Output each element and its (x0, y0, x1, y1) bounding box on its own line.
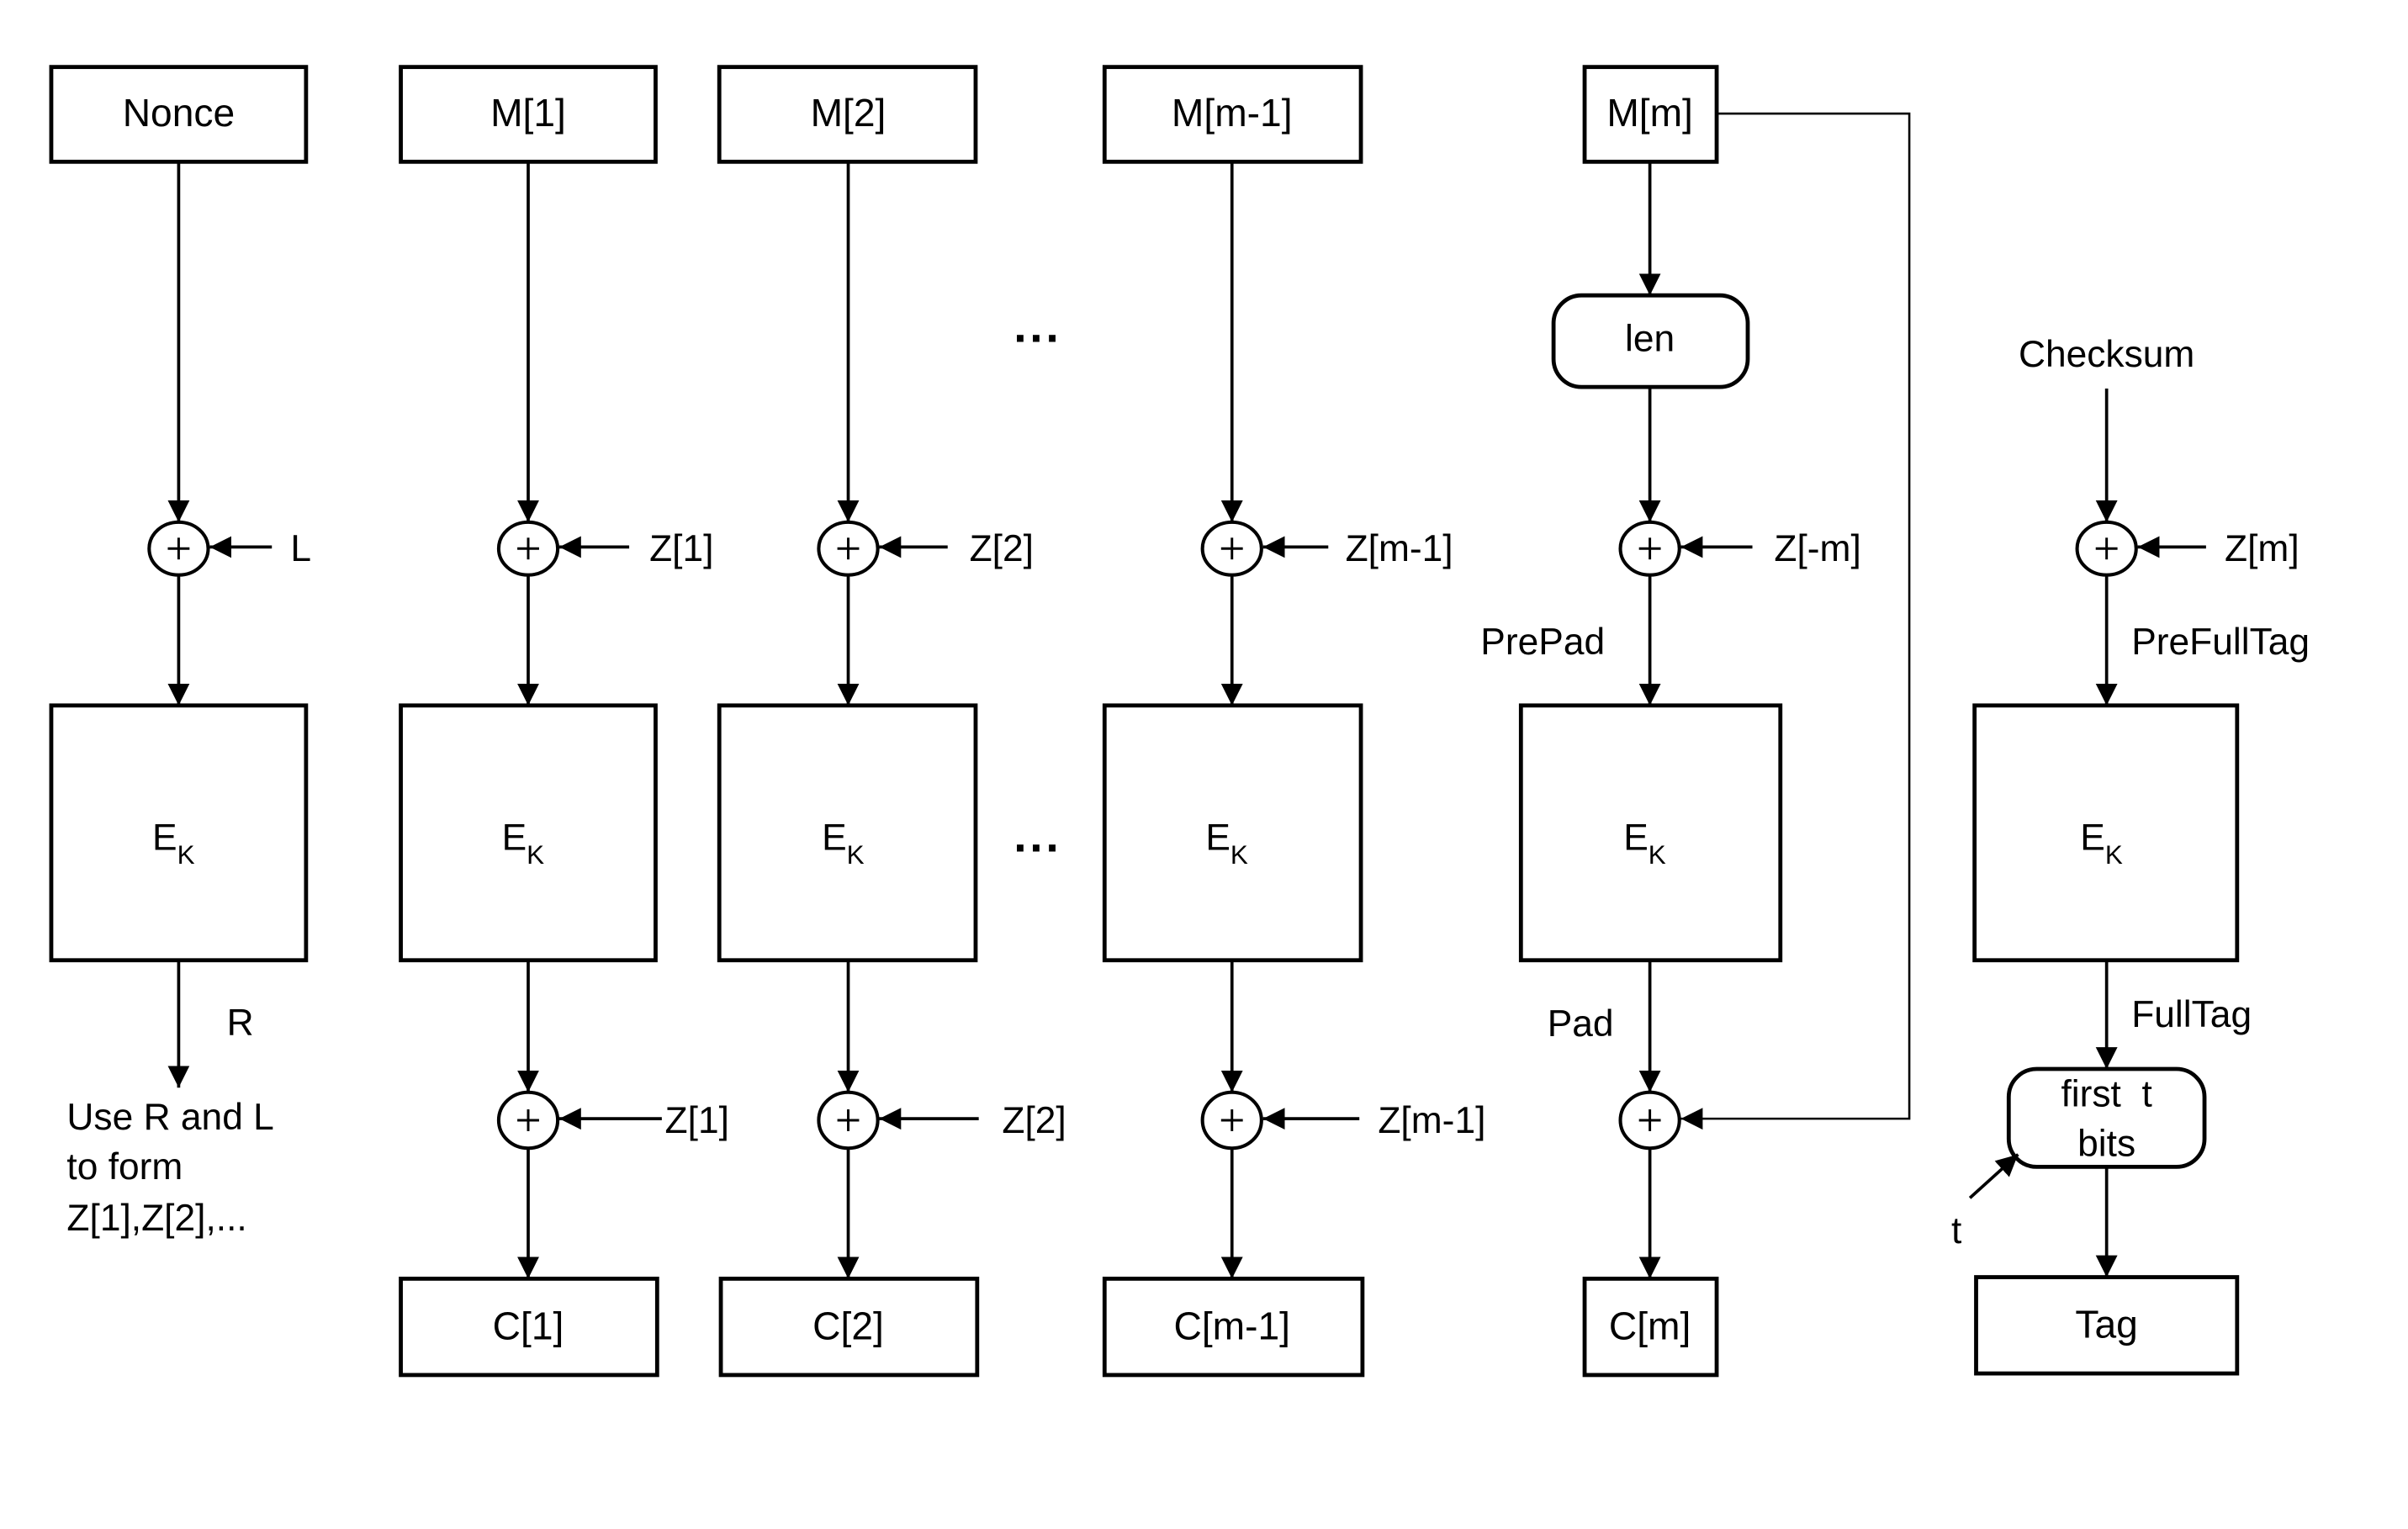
prepad-label: PrePad (1480, 622, 1605, 663)
xor-icon (1200, 1090, 1263, 1151)
xor-icon (147, 520, 210, 577)
xor-input-label: Z[-m] (1774, 528, 1860, 569)
column-m2: M[2] Z[2] EK Z[2] C[2] (717, 65, 1066, 1378)
cipher-box (717, 703, 978, 963)
cipher-box (1972, 703, 2240, 963)
column-m: M[m] len Z[-m] PrePad EK Pad C[m] (1480, 65, 1911, 1378)
fulltag-label: FullTag (2131, 994, 2252, 1035)
prefulltag-label: PreFullTag (2131, 622, 2310, 663)
output-label: C[2] (812, 1304, 884, 1347)
input-label: M[1] (490, 91, 566, 135)
input-label: M[m] (1606, 91, 1693, 135)
m-bypass-line (1680, 112, 1911, 1130)
output-note-line-3: Z[1],Z[2],... (66, 1198, 246, 1239)
ellipsis-top: ... (1013, 300, 1061, 352)
output-note-line-1: Use R and L (66, 1097, 273, 1138)
input-label: M[2] (811, 91, 886, 135)
xor-icon (1200, 520, 1263, 577)
cipher-box (399, 703, 658, 963)
tag-label: Tag (2075, 1303, 2137, 1346)
column-m1: M[1] Z[1] EK Z[1] C[1] (399, 65, 729, 1378)
xor-icon (1618, 520, 1681, 577)
xor-icon (1618, 1090, 1681, 1151)
ellipsis-middle: ... (1013, 809, 1061, 861)
pad-label: Pad (1548, 1003, 1614, 1045)
xor-input-label: Z[m] (2225, 528, 2300, 569)
checksum-label: Checksum (2019, 334, 2194, 375)
xor-input-label: Z[1] (649, 528, 713, 569)
xor-icon (496, 1090, 560, 1151)
output-label: C[1] (493, 1304, 564, 1347)
column-nonce: Nonce L EK R Use R and L to form Z[1],Z[… (49, 65, 311, 1239)
post-xor-input-label: Z[m-1] (1378, 1100, 1485, 1141)
truncate-label-line-1: first t (2061, 1073, 2151, 1114)
xor-icon (2075, 520, 2138, 577)
xor-input-label: L (290, 528, 311, 569)
r-edge-label: R (227, 1002, 254, 1043)
nonce-label: Nonce (123, 91, 235, 135)
output-label: C[m] (1609, 1304, 1691, 1347)
column-m-minus-1: M[m-1] Z[m-1] EK Z[m-1] C[m-1] (1102, 65, 1485, 1378)
post-xor-input-label: Z[1] (665, 1100, 729, 1141)
input-label: M[m-1] (1172, 91, 1293, 135)
xor-icon (817, 1090, 880, 1151)
t-label: t (1951, 1210, 1961, 1251)
xor-input-label: Z[2] (970, 528, 1034, 569)
output-label: C[m-1] (1174, 1304, 1290, 1347)
truncate-label-line-2: bits (2077, 1123, 2135, 1164)
t-to-truncate-arrow (1968, 1153, 2019, 1199)
xor-icon (496, 520, 560, 577)
output-note-line-2: to form (66, 1146, 183, 1188)
xor-input-label: Z[m-1] (1346, 528, 1453, 569)
cipher-box (49, 703, 309, 963)
cipher-box (1518, 703, 1783, 963)
ocb-encryption-diagram: Nonce L EK R Use R and L to form Z[1],Z[… (49, 65, 2310, 1378)
xor-icon (817, 520, 880, 577)
len-label: len (1625, 319, 1675, 360)
column-checksum: Checksum Z[m] PreFullTag EK FullTag firs… (1951, 334, 2310, 1376)
cipher-box (1102, 703, 1363, 963)
post-xor-input-label: Z[2] (1002, 1100, 1066, 1141)
